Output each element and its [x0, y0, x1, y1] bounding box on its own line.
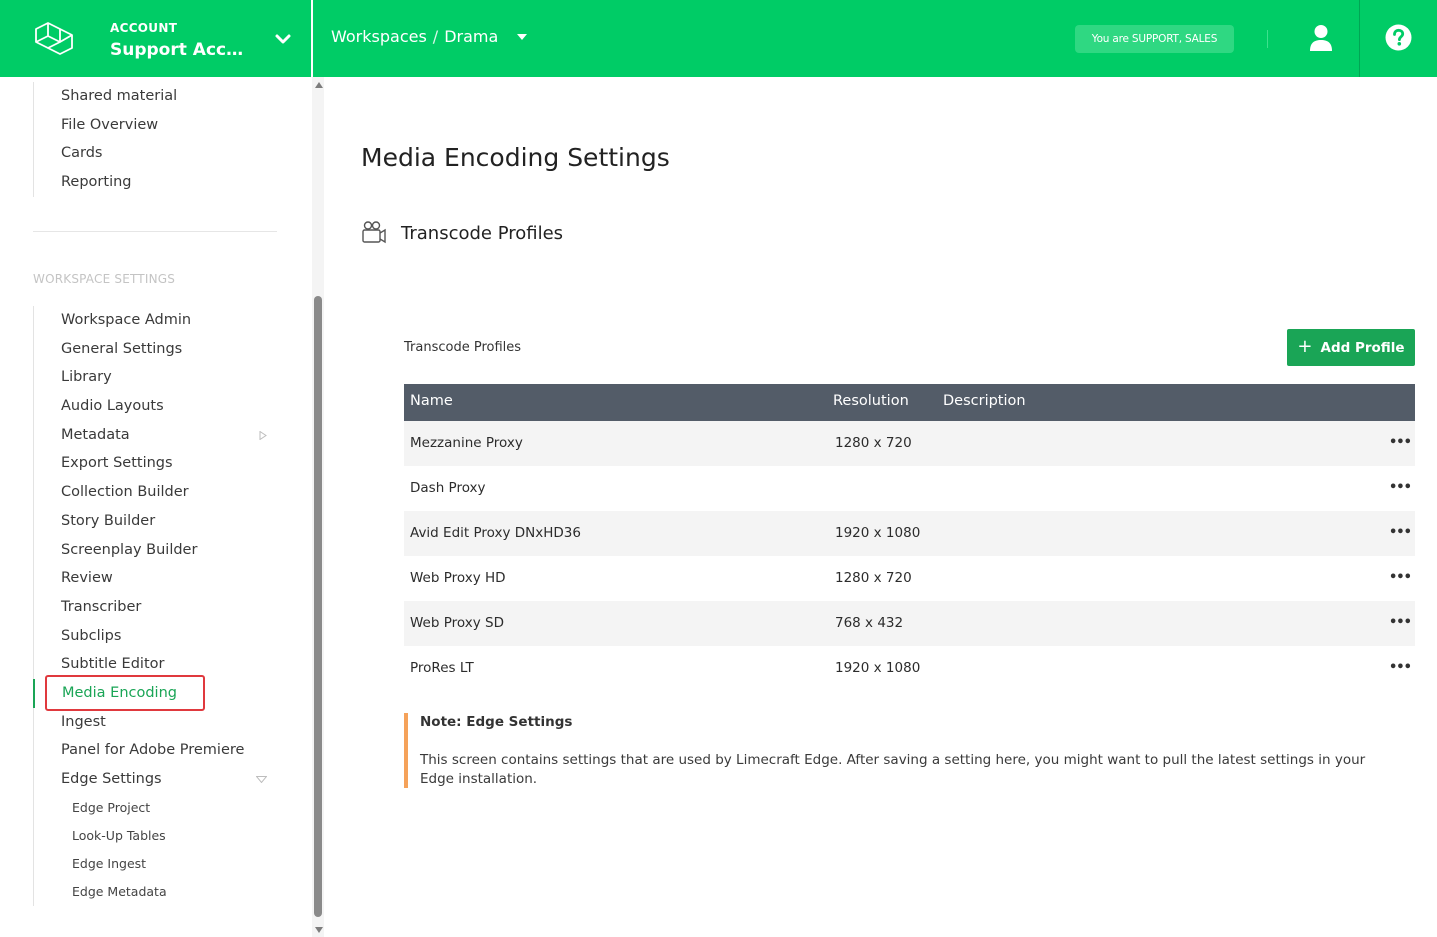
cell-name: Web Proxy HD: [410, 570, 506, 586]
role-badge: You are SUPPORT, SALES: [1075, 25, 1234, 53]
sidebar-workspace-group: Workspace Admin General Settings Library…: [33, 306, 267, 906]
cell-resolution: 1280 x 720: [835, 435, 912, 451]
cell-resolution: 1920 x 1080: [835, 660, 921, 676]
add-profile-label: Add Profile: [1320, 339, 1405, 356]
add-profile-button[interactable]: + Add Profile: [1287, 329, 1415, 366]
sidebar-item-label: Metadata: [61, 426, 130, 443]
sidebar-item-screenplay-builder[interactable]: Screenplay Builder: [34, 536, 244, 565]
table-row[interactable]: Web Proxy SD 768 x 432 •••: [404, 601, 1415, 646]
breadcrumb-current-workspace[interactable]: Drama: [444, 27, 498, 46]
sidebar-item-edge-settings[interactable]: Edge Settings: [34, 765, 267, 794]
note-body: This screen contains settings that are u…: [420, 752, 1366, 787]
sidebar-item-ingest[interactable]: Ingest: [34, 708, 244, 737]
chevron-down-icon[interactable]: [274, 30, 292, 48]
logo-icon: [35, 22, 73, 55]
column-header-name[interactable]: Name: [410, 393, 453, 409]
cell-name: Mezzanine Proxy: [410, 435, 523, 451]
sidebar-subitem-edge-metadata[interactable]: Edge Metadata: [34, 878, 244, 906]
sidebar-item-cards[interactable]: Cards: [34, 139, 177, 168]
caret-down-icon[interactable]: [516, 31, 528, 43]
table-body: Mezzanine Proxy 1280 x 720 ••• Dash Prox…: [404, 421, 1415, 691]
sidebar-item-subclips[interactable]: Subclips: [34, 622, 244, 651]
workspace-settings-heading: WORKSPACE SETTINGS: [33, 272, 176, 286]
cell-resolution: 768 x 432: [835, 615, 904, 631]
more-options-icon[interactable]: •••: [1389, 570, 1412, 585]
column-header-resolution[interactable]: Resolution: [833, 393, 909, 409]
user-icon[interactable]: [1309, 24, 1333, 52]
cell-name: Web Proxy SD: [410, 615, 504, 631]
section-header: Transcode Profiles: [361, 220, 563, 246]
sidebar-scrollbar[interactable]: [312, 77, 324, 937]
sidebar-item-general-settings[interactable]: General Settings: [34, 335, 244, 364]
breadcrumb: Workspaces / Drama: [331, 27, 528, 46]
topbar-divider: [1267, 30, 1268, 48]
transcode-profiles-table: Name Resolution Description Mezzanine Pr…: [404, 384, 1415, 691]
breadcrumb-separator: /: [432, 27, 439, 46]
sidebar-item-workspace-admin[interactable]: Workspace Admin: [34, 306, 244, 335]
cell-resolution: 1920 x 1080: [835, 525, 921, 541]
help-button[interactable]: [1359, 0, 1437, 77]
sidebar-item-reporting[interactable]: Reporting: [34, 168, 177, 197]
sidebar-item-panel-adobe-premiere[interactable]: Panel for Adobe Premiere: [34, 736, 244, 765]
active-item-highlight: [45, 675, 205, 711]
sidebar-item-shared-material[interactable]: Shared material: [34, 82, 177, 111]
sidebar-item-label: Edge Settings: [61, 771, 162, 787]
sidebar-item-transcriber[interactable]: Transcriber: [34, 593, 244, 622]
sidebar-divider: [33, 231, 277, 232]
more-options-icon[interactable]: •••: [1389, 525, 1412, 540]
chevron-right-icon[interactable]: [259, 430, 267, 440]
sidebar-item-story-builder[interactable]: Story Builder: [34, 507, 244, 536]
video-camera-icon: [362, 221, 386, 244]
sidebar-item-library[interactable]: Library: [34, 363, 244, 392]
more-options-icon[interactable]: •••: [1389, 435, 1412, 450]
sidebar-item-collection-builder[interactable]: Collection Builder: [34, 478, 244, 507]
sidebar-subitem-edge-project[interactable]: Edge Project: [34, 794, 244, 822]
note-title: Note: Edge Settings: [420, 714, 573, 730]
top-bar: ACCOUNT Support Acco... Workspaces / Dra…: [0, 0, 1437, 77]
cell-resolution: 1280 x 720: [835, 570, 912, 586]
table-row[interactable]: Avid Edit Proxy DNxHD36 1920 x 1080 •••: [404, 511, 1415, 556]
sidebar-subitem-edge-ingest[interactable]: Edge Ingest: [34, 850, 244, 878]
table-row[interactable]: ProRes LT 1920 x 1080 •••: [404, 646, 1415, 691]
table-header: Name Resolution Description: [404, 384, 1415, 421]
table-row[interactable]: Web Proxy HD 1280 x 720 •••: [404, 556, 1415, 601]
sidebar: Shared material File Overview Cards Repo…: [0, 77, 312, 937]
scroll-down-arrow-icon[interactable]: [315, 927, 323, 933]
sidebar-item-export-settings[interactable]: Export Settings: [34, 449, 244, 478]
more-options-icon[interactable]: •••: [1389, 480, 1412, 495]
account-name: Support Acco...: [110, 40, 250, 60]
table-row[interactable]: Dash Proxy •••: [404, 466, 1415, 511]
breadcrumb-workspaces[interactable]: Workspaces: [331, 27, 427, 46]
table-label: Transcode Profiles: [404, 340, 522, 355]
account-label: ACCOUNT: [110, 21, 178, 35]
sidebar-item-file-overview[interactable]: File Overview: [34, 111, 177, 140]
more-options-icon[interactable]: •••: [1389, 660, 1412, 675]
scroll-up-arrow-icon[interactable]: [315, 82, 323, 88]
chevron-down-icon[interactable]: [256, 776, 267, 783]
edge-settings-note: Note: Edge Settings This screen contains…: [404, 713, 1415, 788]
help-icon: [1385, 24, 1412, 51]
cell-name: Dash Proxy: [410, 480, 486, 496]
cell-name: Avid Edit Proxy DNxHD36: [410, 525, 581, 541]
sidebar-item-review[interactable]: Review: [34, 564, 244, 593]
sidebar-item-metadata[interactable]: Metadata: [34, 421, 267, 450]
plus-icon: +: [1297, 335, 1313, 357]
cell-name: ProRes LT: [410, 660, 474, 676]
section-title: Transcode Profiles: [401, 222, 564, 244]
more-options-icon[interactable]: •••: [1389, 615, 1412, 630]
table-row[interactable]: Mezzanine Proxy 1280 x 720 •••: [404, 421, 1415, 466]
column-header-description[interactable]: Description: [943, 393, 1026, 409]
sidebar-subitem-look-up-tables[interactable]: Look-Up Tables: [34, 822, 244, 850]
scrollbar-thumb[interactable]: [314, 296, 322, 917]
sidebar-item-audio-layouts[interactable]: Audio Layouts: [34, 392, 244, 421]
page-title: Media Encoding Settings: [361, 143, 670, 172]
account-switcher[interactable]: ACCOUNT Support Acco...: [0, 0, 313, 77]
sidebar-top-group: Shared material File Overview Cards Repo…: [33, 82, 177, 197]
